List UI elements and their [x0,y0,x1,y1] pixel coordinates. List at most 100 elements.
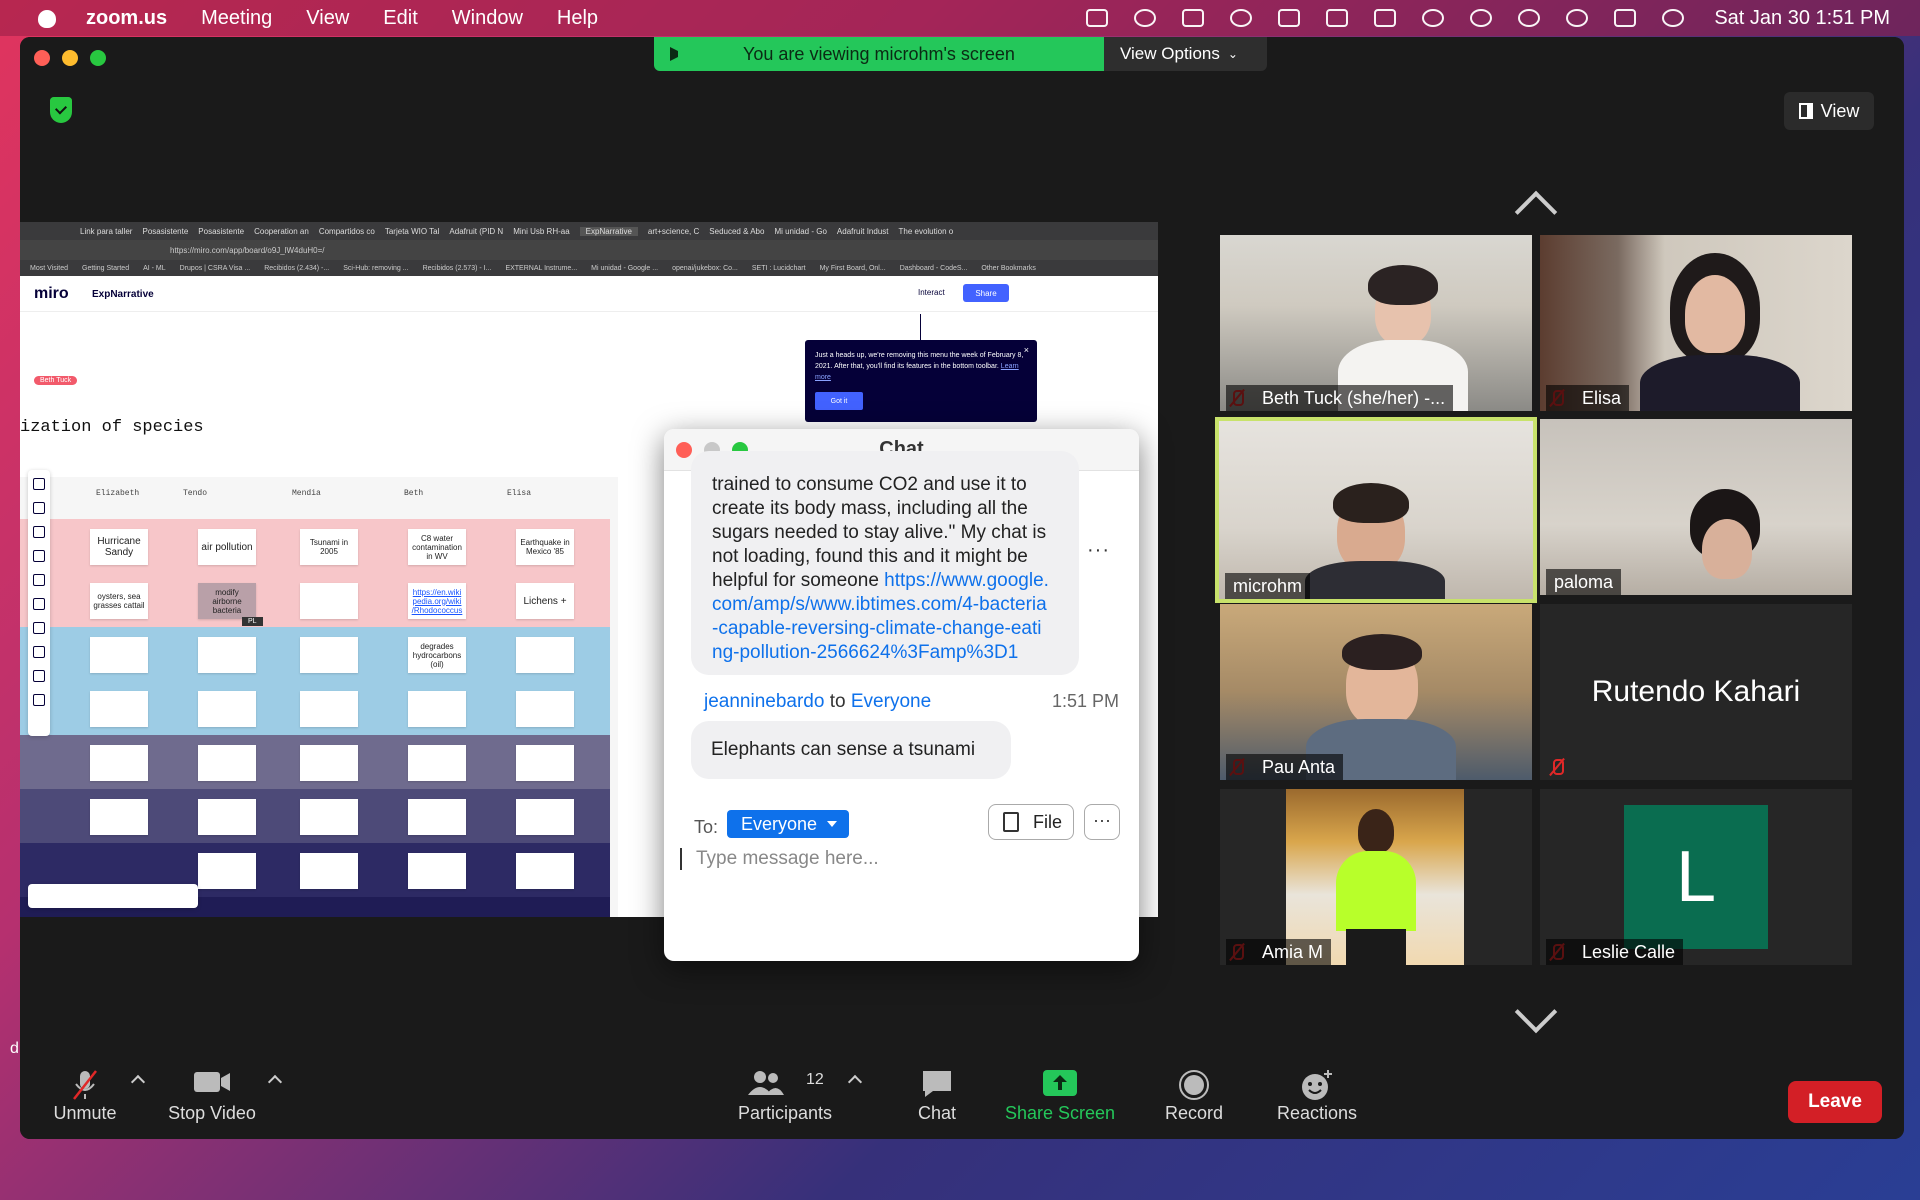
user-icon[interactable] [1470,9,1493,27]
view-button[interactable]: View [1784,92,1874,130]
participant-tile-active-speaker[interactable]: microhm [1215,417,1537,603]
browser-tab-strip: Link para taller Posasistente Posasisten… [20,222,1158,240]
participant-tile[interactable]: Rutendo Kahari [1540,604,1852,780]
recipient-select[interactable]: Everyone [727,810,849,838]
chevron-down-icon: ⌄ [1227,47,1238,61]
desktop-text: d [10,1040,19,1057]
connector-tool-icon [33,598,45,610]
file-button[interactable]: File [988,804,1074,840]
zoom-status-icon[interactable] [1086,9,1109,27]
time-machine-icon[interactable] [1518,9,1541,27]
record-label: Record [1164,1103,1224,1123]
participant-name: Pau Anta [1226,754,1344,780]
participants-button[interactable]: 12 Participants [730,1059,840,1139]
chevron-down-icon[interactable] [1513,1005,1559,1029]
message-sender-line: jeanninebardo to Everyone [704,691,931,713]
sticky-note: air pollution [198,529,256,565]
video-options-chevron-icon[interactable] [267,1074,283,1090]
participant-tile[interactable]: Amia M [1220,789,1532,965]
message-more-icon[interactable]: ··· [1087,539,1110,562]
to-label: To: [694,817,719,837]
chevron-up-icon[interactable] [1513,187,1559,211]
miro-notice-tooltip: × Just a heads up, we're removing this m… [805,340,1037,422]
wifi-icon[interactable] [1422,9,1445,27]
bookmark: Other Bookmarks [981,264,1036,272]
sticky-note [198,853,256,889]
video-hair [1342,634,1422,670]
speaker-icon[interactable] [670,47,684,61]
sticky-note [408,745,466,781]
menu-help[interactable]: Help [557,7,598,30]
sticky-note: oysters, sea grasses cattail [90,583,148,619]
chat-button[interactable]: Chat [902,1059,972,1139]
chat-message-bubble: Elephants can sense a tsunami [691,721,1011,779]
stop-video-button[interactable]: Stop Video [156,1059,268,1139]
pen-tool-icon [33,622,45,634]
control-center-icon[interactable] [1614,9,1637,27]
meeting-controls: Unmute Stop Video 12 Participants Chat S… [20,1059,1904,1139]
sticky-note: Hurricane Sandy [90,529,148,565]
browser-tab: Tarjeta WIO Tal [384,226,440,236]
column-header: Tendo [183,489,208,498]
miro-interact: Interact [918,288,945,297]
participant-name-large: Rutendo Kahari [1591,675,1801,708]
list-icon[interactable] [1182,9,1205,27]
unmute-button[interactable]: Unmute [36,1059,134,1139]
battery-icon[interactable] [1374,9,1397,27]
mic-muted-icon [1548,758,1566,776]
got-it-button: Got it [815,392,863,410]
sender-name[interactable]: jeanninebardo [704,691,824,712]
comment-tool-icon [33,646,45,658]
menubar-clock[interactable]: Sat Jan 30 1:51 PM [1714,7,1890,30]
menu-app-zoom[interactable]: zoom.us [86,7,167,30]
record-button[interactable]: Record [1154,1059,1234,1139]
participants-count: 12 [806,1071,824,1088]
sticky-note [516,691,574,727]
text-tool-icon [33,526,45,538]
siri-icon[interactable] [1662,9,1685,27]
miro-share-button: Share [963,284,1009,302]
spotlight-search-icon[interactable] [1566,9,1589,27]
column-header: Beth [404,489,424,498]
bookmark: Drupos | CSRA Visa ... [179,264,251,272]
volume-icon[interactable] [1278,9,1301,27]
close-chat-button[interactable] [676,442,692,458]
share-screen-button[interactable]: Share Screen [1000,1059,1120,1139]
leave-meeting-button[interactable]: Leave [1788,1081,1882,1123]
security-shield-icon[interactable] [50,97,72,123]
menu-window[interactable]: Window [452,7,523,30]
minimize-window-button[interactable] [62,50,78,66]
view-options-button[interactable]: View Options ⌄ [1104,37,1267,71]
participant-tile[interactable]: L Leslie Calle [1540,789,1852,965]
menu-edit[interactable]: Edit [383,7,417,30]
play-icon[interactable] [1230,9,1253,27]
creative-cloud-icon[interactable] [1134,9,1157,27]
participants-options-chevron-icon[interactable] [847,1074,863,1090]
fullscreen-window-button[interactable] [90,50,106,66]
browser-tab: Posasistente [198,226,245,236]
video-pants [1346,929,1406,965]
participant-tile[interactable]: Pau Anta [1220,604,1532,780]
menu-meeting[interactable]: Meeting [201,7,272,30]
sticky-note [408,691,466,727]
chat-message-input[interactable] [680,839,1120,879]
recipient-select-value: Everyone [741,814,818,834]
reactions-button[interactable]: Reactions [1272,1059,1362,1139]
participant-name: microhm [1225,573,1311,599]
menu-view[interactable]: View [306,7,349,30]
apple-icon[interactable] [32,6,62,30]
participant-tile[interactable]: paloma [1540,419,1852,595]
document-icon [1003,812,1019,832]
bookmark: Recibidos (2.573) - I... [422,264,492,272]
screen-share-banner-text: You are viewing microhm's screen [743,43,1015,64]
message-time: 1:51 PM [1051,691,1119,711]
close-window-button[interactable] [34,50,50,66]
browser-url-bar: https://miro.com/app/board/o9J_lW4duH0=/ [20,240,1158,260]
bluetooth-icon[interactable] [1326,9,1349,27]
chat-message-text: Elephants can sense a tsunami [711,739,976,760]
unmute-label: Unmute [53,1103,117,1123]
more-options-button[interactable]: ··· [1084,804,1120,840]
participant-tile[interactable]: Beth Tuck (she/her) -... [1220,235,1532,411]
miro-left-toolbar [28,470,50,736]
participant-tile[interactable]: Elisa [1540,235,1852,411]
